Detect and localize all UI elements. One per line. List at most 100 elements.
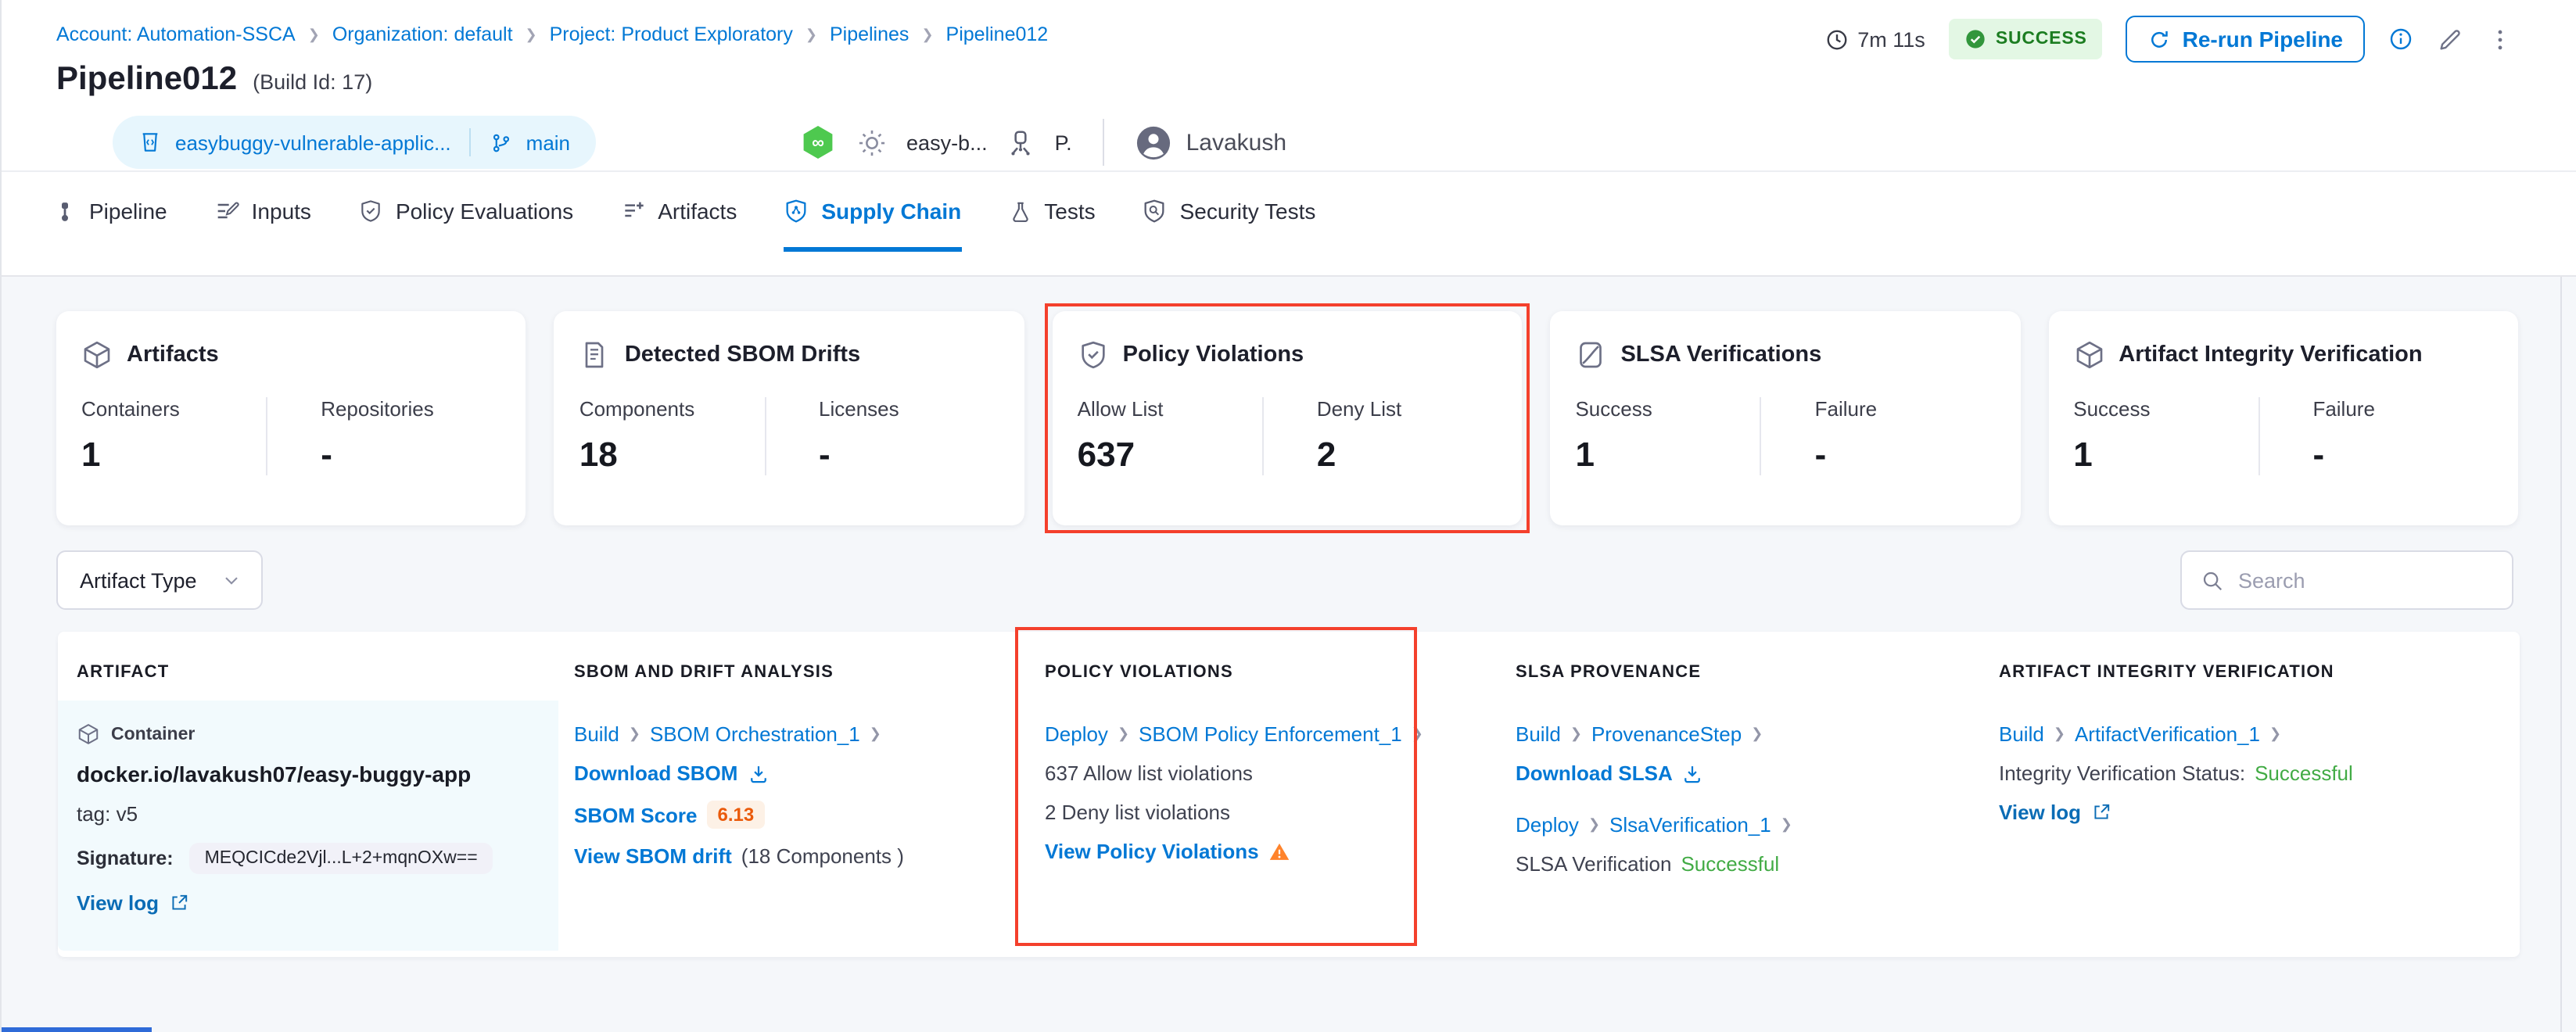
slsa-icon: [1575, 339, 1606, 371]
tab-label: Pipeline: [89, 199, 167, 224]
pipeline-icon: [53, 199, 77, 223]
view-log-link[interactable]: View log: [77, 891, 159, 915]
view-policy-violations-link[interactable]: View Policy Violations: [1045, 840, 1259, 863]
repo-branch-pill[interactable]: easybuggy-vulnerable-applic... main: [113, 116, 595, 169]
tab-inputs[interactable]: Inputs: [214, 172, 311, 252]
edit-pencil-icon[interactable]: [2437, 26, 2463, 52]
artifact-name: docker.io/lavakush07/easy-buggy-app: [77, 761, 540, 787]
rerun-pipeline-button[interactable]: Re-run Pipeline: [2126, 16, 2365, 63]
kebab-menu-icon[interactable]: [2487, 26, 2513, 52]
environment-short[interactable]: P.: [1055, 131, 1072, 154]
breadcrumb-pipeline012[interactable]: Pipeline012: [946, 23, 1049, 45]
search-icon: [2201, 568, 2224, 592]
stat-label: Failure: [2312, 397, 2493, 421]
card-title: SLSA Verifications: [1620, 342, 1821, 367]
stat-label: Failure: [1815, 397, 1996, 421]
tab-tests[interactable]: Tests: [1008, 172, 1095, 252]
branch-name: main: [526, 131, 570, 154]
signature-value[interactable]: MEQCICde2Vjl...L+2+mqnOXw==: [189, 843, 493, 874]
ci-module-icon: [798, 124, 836, 161]
integrity-cell: Build ❯ ArtifactVerification_1 ❯ Integri…: [1983, 701, 2520, 951]
view-log-link[interactable]: View log: [1999, 801, 2081, 824]
artifacts-table: ARTIFACT SBOM AND DRIFT ANALYSIS POLICY …: [58, 632, 2520, 957]
slsa-status-value: Successful: [1681, 852, 1779, 876]
chevron-right-icon: ❯: [629, 726, 640, 743]
context-divider: [1103, 119, 1105, 166]
breadcrumb-pipelines[interactable]: Pipelines: [830, 23, 909, 45]
table-header-row: ARTIFACT SBOM AND DRIFT ANALYSIS POLICY …: [58, 632, 2520, 701]
card-slsa-verifications: SLSA Verifications Success1 Failure-: [1550, 311, 2020, 525]
stage-link[interactable]: Build: [1999, 722, 2044, 746]
sbom-score-badge: 6.13: [707, 801, 766, 829]
chevron-right-icon: ❯: [2269, 726, 2281, 743]
download-icon: [747, 762, 769, 784]
tab-artifacts[interactable]: Artifacts: [620, 172, 737, 252]
policy-cell: Deploy ❯ SBOM Policy Enforcement_1 ❯ 637…: [1029, 701, 1500, 951]
stat-value: 637: [1078, 435, 1262, 475]
tab-label: Tests: [1044, 199, 1095, 224]
info-icon[interactable]: [2388, 27, 2413, 52]
stage-link[interactable]: Build: [1516, 722, 1561, 746]
step-link[interactable]: ArtifactVerification_1: [2075, 722, 2260, 746]
stat-label: Allow List: [1078, 397, 1262, 421]
download-slsa-link[interactable]: Download SLSA: [1516, 761, 1673, 785]
pipeline-execution-page: Account: Automation-SSCA ❯ Organization:…: [0, 0, 2576, 1032]
gear-icon: [855, 126, 888, 159]
cube-icon: [77, 722, 100, 746]
download-icon: [1682, 762, 1704, 784]
integrity-status-label: Integrity Verification Status:: [1999, 761, 2245, 785]
tab-pipeline[interactable]: Pipeline: [53, 172, 167, 252]
vertical-scrollbar[interactable]: [2560, 277, 2562, 1032]
chevron-right-icon: ❯: [1751, 726, 1763, 743]
column-header-integrity: ARTIFACT INTEGRITY VERIFICATION: [1983, 632, 2520, 701]
summary-cards: Artifacts Containers1 Repositories- Dete…: [56, 311, 2518, 525]
tab-label: Supply Chain: [821, 199, 961, 224]
cube-icon: [2073, 339, 2104, 371]
context-right: easy-b... P. Lavakush: [798, 119, 1286, 166]
tab-policy-evaluations[interactable]: Policy Evaluations: [358, 172, 573, 252]
chevron-right-icon: ❯: [1781, 816, 1792, 833]
step-link[interactable]: ProvenanceStep: [1591, 722, 1742, 746]
external-link-icon: [168, 893, 188, 913]
repo-name: easybuggy-vulnerable-applic...: [175, 131, 451, 154]
stage-link[interactable]: Build: [574, 722, 619, 746]
view-sbom-drift-link[interactable]: View SBOM drift: [574, 844, 732, 868]
stage-link[interactable]: Deploy: [1516, 813, 1579, 837]
horizontal-scrollbar-thumb[interactable]: [2, 1027, 152, 1032]
download-sbom-link[interactable]: Download SBOM: [574, 761, 737, 785]
sbom-document-icon: [579, 339, 611, 371]
execution-label[interactable]: easy-b...: [906, 131, 988, 154]
card-artifact-integrity: Artifact Integrity Verification Success1…: [2048, 311, 2518, 525]
breadcrumb-organization[interactable]: Organization: default: [332, 23, 513, 45]
stat-value: 2: [1317, 435, 1498, 475]
search-box[interactable]: [2180, 550, 2513, 610]
chevron-right-icon: ❯: [805, 26, 817, 43]
allow-list-violations: 637 Allow list violations: [1045, 761, 1253, 785]
card-sbom-drifts: Detected SBOM Drifts Components18 Licens…: [554, 311, 1024, 525]
repository-icon: [138, 130, 163, 155]
stat-label: Components: [579, 397, 764, 421]
supply-chain-shield-icon: [784, 199, 809, 224]
artifact-type-dropdown[interactable]: Artifact Type: [56, 550, 263, 610]
tab-supply-chain[interactable]: Supply Chain: [784, 172, 961, 252]
pill-divider: [470, 128, 472, 156]
breadcrumb-account[interactable]: Account: Automation-SSCA: [56, 23, 296, 45]
trigger-webhook-icon: [56, 122, 97, 163]
stage-link[interactable]: Deploy: [1045, 722, 1108, 746]
chevron-right-icon: ❯: [1588, 816, 1600, 833]
list-plus-icon: [620, 199, 645, 224]
filter-row: Artifact Type: [56, 550, 2513, 610]
step-link[interactable]: SBOM Policy Enforcement_1: [1139, 722, 1402, 746]
user-name: Lavakush: [1186, 129, 1286, 156]
tab-security-tests[interactable]: Security Tests: [1143, 172, 1316, 252]
integrity-status-value: Successful: [2255, 761, 2353, 785]
breadcrumb-project[interactable]: Project: Product Exploratory: [550, 23, 793, 45]
step-link[interactable]: SlsaVerification_1: [1609, 813, 1771, 837]
sbom-score-link[interactable]: SBOM Score: [574, 803, 698, 826]
stat-label: Licenses: [819, 397, 999, 421]
search-input[interactable]: [2238, 568, 2493, 592]
sbom-cell: Build ❯ SBOM Orchestration_1 ❯ Download …: [558, 701, 1029, 951]
step-link[interactable]: SBOM Orchestration_1: [650, 722, 860, 746]
stat-value: -: [819, 435, 999, 475]
triggered-by-user: Lavakush: [1136, 124, 1286, 160]
